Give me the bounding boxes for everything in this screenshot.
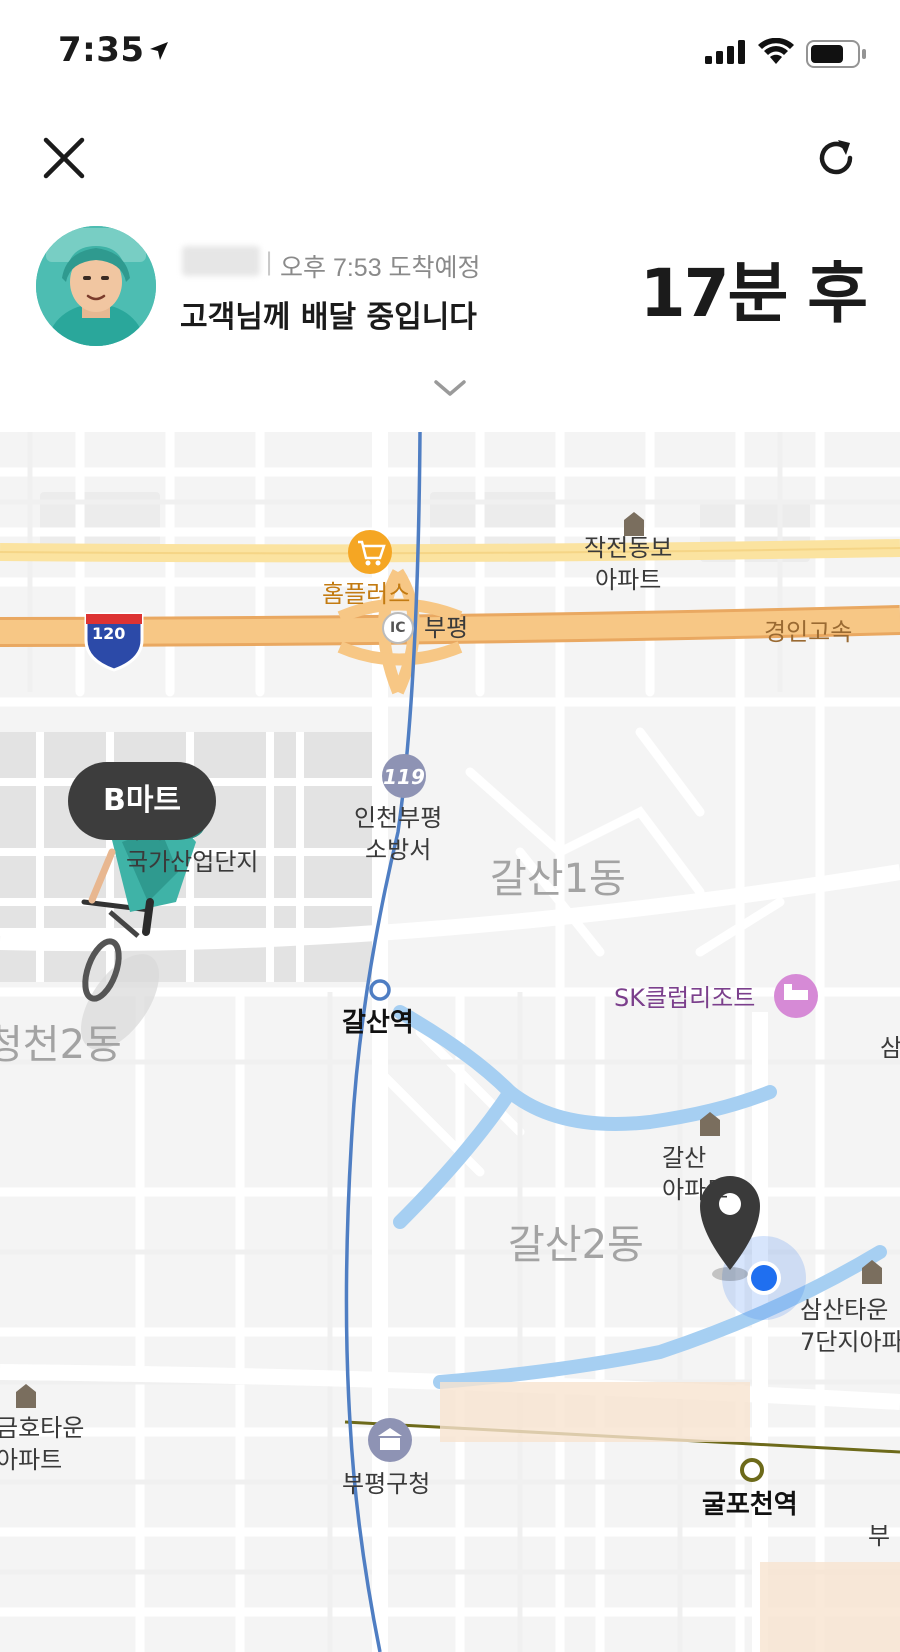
poi-jakjeon-apartment[interactable]: 작전동보 아파트	[584, 532, 672, 596]
poi-geumho-town[interactable]: 금호타운 아파트	[0, 1412, 84, 1476]
status-bar: 7:35	[0, 0, 900, 100]
rider-name-redacted	[182, 246, 260, 276]
eta-divider: |	[265, 248, 274, 276]
poi-homeplus[interactable]: 홈플러스	[322, 578, 410, 610]
remaining-time: 17분 후	[639, 255, 868, 332]
road-label-gyeongin: 경인고속	[764, 618, 853, 646]
poi-sk-club-resort[interactable]: SK클럽리조트	[614, 982, 755, 1014]
government-office-icon[interactable]	[368, 1418, 412, 1462]
poi-edge-label: 부	[868, 1522, 891, 1550]
refresh-icon[interactable]	[810, 132, 862, 184]
close-icon[interactable]	[38, 132, 90, 184]
poi-samsan-town[interactable]: 삼산타운 7단지아파	[800, 1294, 900, 1358]
delivery-status-message: 고객님께 배달 중입니다	[180, 300, 477, 335]
signal-icon	[705, 40, 745, 64]
chevron-down-icon[interactable]	[430, 376, 470, 400]
area-label-cheongcheon2: 청천2동	[0, 1022, 122, 1068]
svg-text:119: 119	[383, 765, 425, 789]
route-number: 120	[92, 624, 126, 643]
ic-name-bupyeong: 부평	[424, 614, 469, 642]
station-label-gulpocheon[interactable]: 굴포천역	[702, 1484, 798, 1521]
fire-station-icon[interactable]: 119	[382, 754, 426, 798]
status-time: 7:35	[58, 30, 145, 70]
poi-fire-station[interactable]: 인천부평 소방서	[354, 802, 442, 866]
poi-edge-label: 삼	[880, 1034, 900, 1062]
apartment-icon	[16, 1384, 36, 1408]
area-label-galsan2: 갈산2동	[508, 1222, 644, 1268]
eta-arrival-time: 오후 7:53 도착예정	[280, 254, 481, 282]
ic-label: IC	[390, 620, 406, 636]
area-label-galsan1: 갈산1동	[490, 856, 626, 902]
resort-icon[interactable]	[774, 974, 818, 1018]
location-arrow-icon	[150, 42, 168, 60]
delivery-map[interactable]: 119 갈산1동 갈산2동 청천2동 경인고속 IC 부평 120 홈플러스 작…	[0, 432, 900, 1652]
station-marker-galsan[interactable]	[369, 979, 391, 1001]
shopping-cart-icon[interactable]	[348, 530, 392, 574]
battery-icon	[806, 40, 866, 68]
rider-store-label: B마트	[68, 762, 216, 840]
wifi-icon	[758, 38, 794, 64]
station-marker-gulpocheon[interactable]	[740, 1458, 764, 1482]
poi-bupyeong-gu-office[interactable]: 부평구청	[342, 1468, 430, 1500]
poi-galsan-apartment[interactable]: 갈산 아파트	[662, 1142, 728, 1206]
rider-avatar	[36, 226, 156, 346]
station-label-galsan[interactable]: 갈산역	[342, 1002, 414, 1039]
